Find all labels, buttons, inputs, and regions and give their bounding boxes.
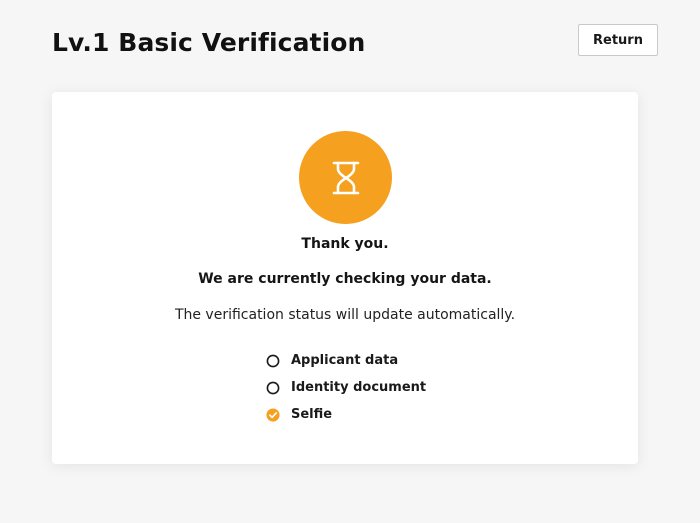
thanks-message: Thank you. bbox=[301, 236, 389, 252]
step-label: Selfie bbox=[291, 407, 333, 422]
step-applicant-data: Applicant data bbox=[266, 347, 426, 374]
step-selfie: Selfie bbox=[266, 401, 426, 428]
check-circle-icon bbox=[266, 407, 280, 422]
step-label: Applicant data bbox=[291, 353, 399, 368]
checking-message: We are currently checking your data. bbox=[198, 271, 492, 287]
verification-steps-list: Applicant data Identity document Selfie bbox=[266, 347, 426, 428]
auto-update-message: The verification status will update auto… bbox=[174, 307, 516, 323]
empty-circle-icon bbox=[266, 381, 280, 395]
step-label: Identity document bbox=[291, 380, 427, 395]
hourglass-icon bbox=[332, 161, 359, 194]
status-badge bbox=[299, 131, 392, 224]
return-button[interactable]: Return bbox=[578, 24, 658, 56]
page: Lv.1 Basic Verification Return Thank you… bbox=[0, 0, 700, 523]
page-title: Lv.1 Basic Verification bbox=[52, 28, 366, 57]
step-identity-document: Identity document bbox=[266, 374, 426, 401]
verification-status-card: Thank you. We are currently checking you… bbox=[52, 92, 638, 464]
empty-circle-icon bbox=[266, 354, 280, 368]
